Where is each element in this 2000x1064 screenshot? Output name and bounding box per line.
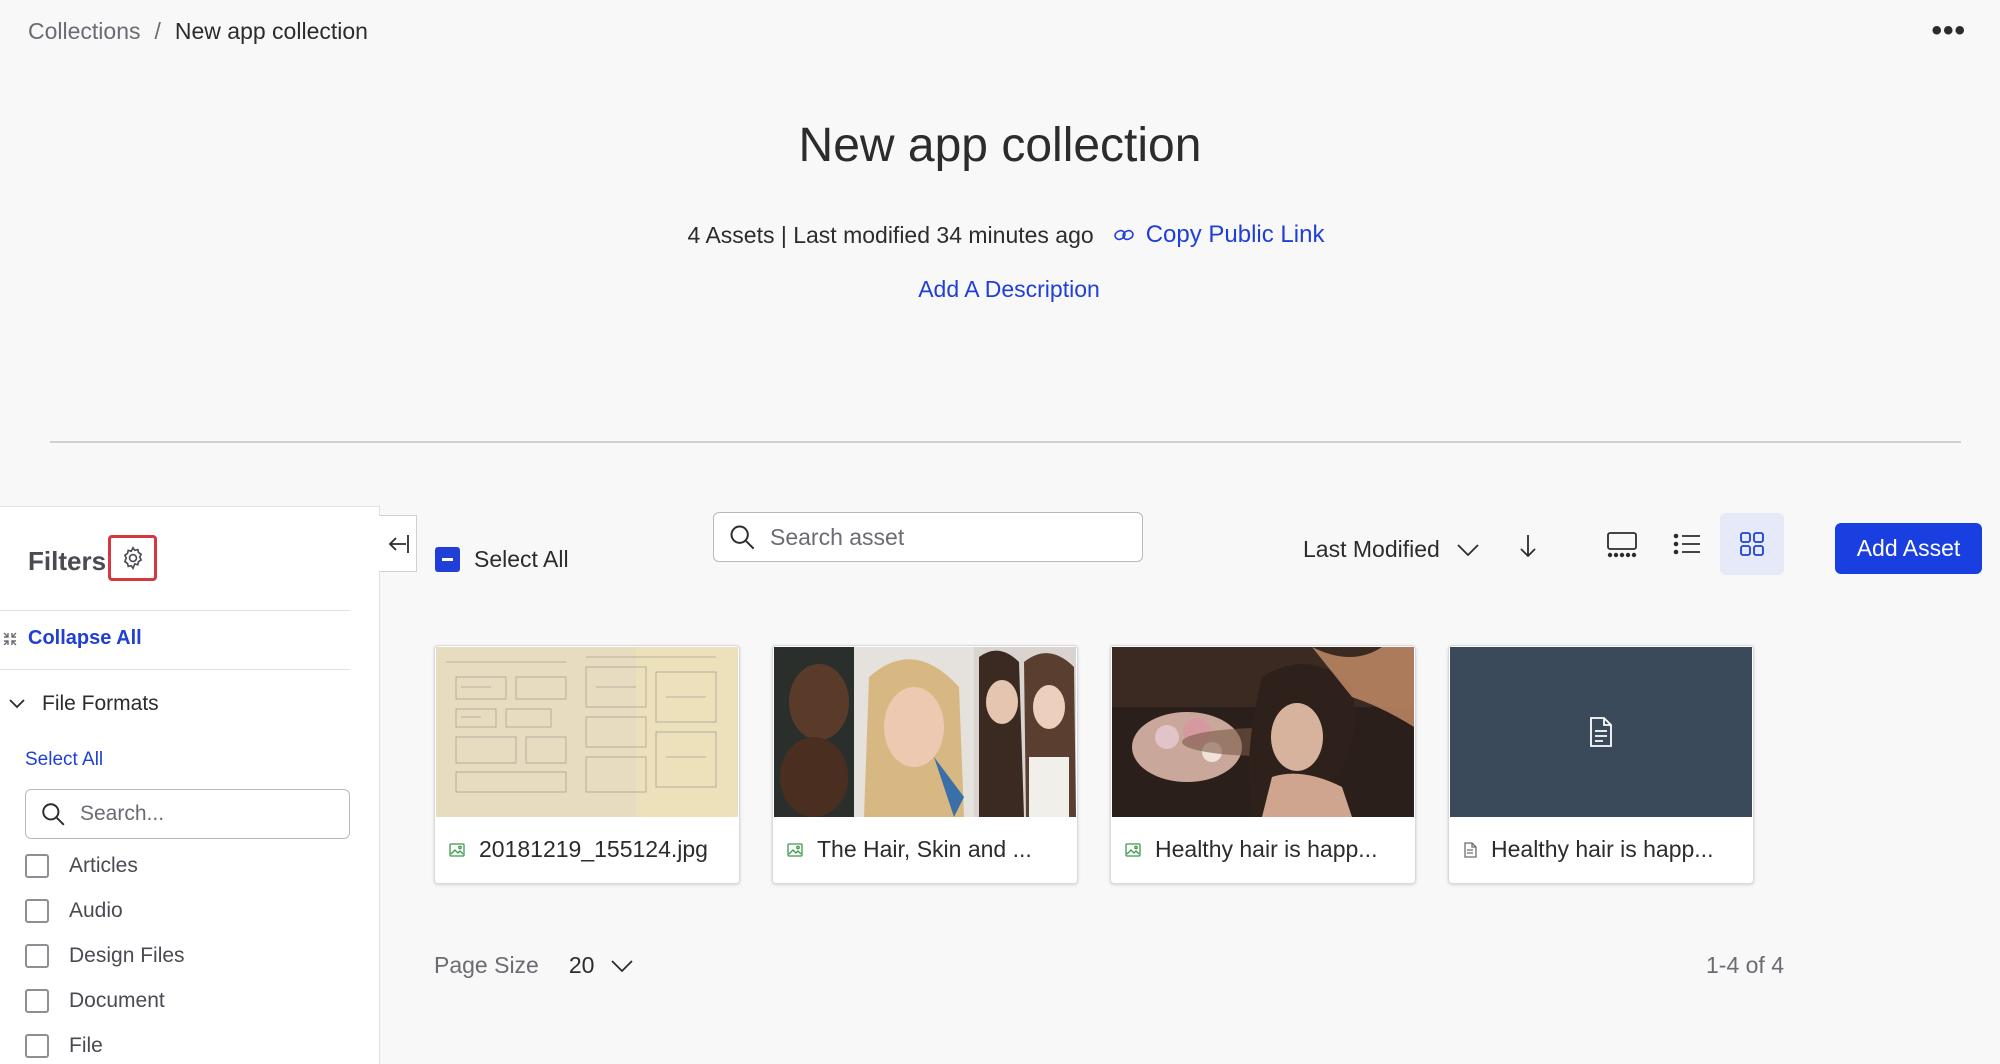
select-all-label: Select All [474, 546, 569, 572]
file-formats-search [25, 789, 350, 839]
asset-thumbnail-document [1450, 647, 1752, 817]
document-icon [1590, 717, 1612, 747]
arrow-left-bar-icon [388, 534, 409, 553]
file-formats-label: File Formats [42, 692, 159, 715]
pagination-range: 1-4 of 4 [1706, 952, 1784, 978]
header-divider [50, 441, 1961, 443]
sort-by-dropdown[interactable]: Last Modified [1303, 536, 1480, 563]
asset-thumbnail-sketch [436, 647, 738, 817]
image-icon [1125, 842, 1141, 857]
asset-card[interactable]: Healthy hair is happ... [1110, 645, 1416, 884]
page-size-dropdown[interactable]: 20 [569, 952, 635, 979]
asset-card[interactable]: The Hair, Skin and ... [772, 645, 1078, 884]
asset-search-input[interactable] [770, 523, 1130, 551]
format-option-document[interactable]: Document [25, 989, 165, 1013]
format-option-label: Audio [69, 899, 123, 922]
arrow-down-icon [1520, 535, 1536, 558]
asset-name-text: The Hair, Skin and ... [817, 836, 1032, 862]
checkbox[interactable] [25, 854, 49, 878]
chevron-down-icon [611, 959, 634, 972]
view-list-button[interactable] [1655, 513, 1719, 575]
link-icon [1113, 229, 1134, 241]
asset-name: 20181219_155124.jpg [449, 836, 708, 863]
more-options-icon[interactable]: ••• [1931, 16, 1966, 46]
add-description-link[interactable]: Add A Description [0, 276, 2000, 303]
asset-name-text: Healthy hair is happ... [1491, 836, 1714, 862]
breadcrumb-collections-link[interactable]: Collections [28, 18, 141, 45]
card-view-icon [1607, 532, 1637, 558]
search-icon [42, 803, 65, 826]
asset-name-text: Healthy hair is happ... [1155, 836, 1378, 862]
asset-card[interactable]: Healthy hair is happ... [1448, 645, 1754, 884]
filters-divider [0, 610, 350, 611]
view-card-button[interactable] [1590, 513, 1654, 575]
asset-thumbnail-salon [1112, 647, 1414, 817]
filters-panel [0, 506, 380, 1064]
format-option-file[interactable]: File [25, 1034, 103, 1058]
image-icon [449, 842, 465, 857]
view-grid-button[interactable] [1720, 513, 1784, 575]
sort-by-label: Last Modified [1303, 536, 1440, 562]
format-option-label: Design Files [69, 944, 185, 967]
copy-public-link-label: Copy Public Link [1145, 221, 1325, 248]
format-option-label: File [69, 1034, 103, 1057]
breadcrumb-separator: / [154, 18, 161, 44]
asset-name: Healthy hair is happ... [1125, 836, 1377, 863]
format-option-label: Document [69, 989, 165, 1012]
asset-card[interactable]: 20181219_155124.jpg [434, 645, 740, 884]
breadcrumb: Collections / New app collection [28, 18, 368, 45]
filters-settings-button[interactable] [108, 535, 157, 581]
page-size-control: Page Size 20 [434, 952, 634, 979]
file-formats-section-toggle[interactable]: File Formats [8, 692, 159, 716]
checkbox[interactable] [25, 989, 49, 1013]
format-option-audio[interactable]: Audio [25, 899, 123, 923]
collection-meta: 4 Assets | Last modified 34 minutes ago … [0, 221, 2000, 249]
breadcrumb-current: New app collection [174, 18, 368, 44]
filters-title: Filters [28, 546, 107, 576]
asset-name: Healthy hair is happ... [1463, 836, 1713, 863]
chevron-down-icon [9, 699, 25, 709]
chevron-down-icon [1457, 543, 1479, 556]
checkbox[interactable] [25, 944, 49, 968]
asset-name: The Hair, Skin and ... [787, 836, 1032, 863]
page-size-value: 20 [568, 952, 595, 978]
format-option-label: Articles [69, 854, 138, 877]
collapse-all-label: Collapse All [28, 627, 142, 649]
page-size-label: Page Size [434, 952, 539, 978]
search-icon [730, 525, 755, 550]
file-formats-select-all[interactable]: Select All [25, 749, 103, 771]
filters-divider [0, 669, 350, 670]
checkbox[interactable] [25, 899, 49, 923]
asset-name-text: 20181219_155124.jpg [479, 836, 708, 862]
select-all-assets[interactable]: Select All [435, 546, 569, 573]
copy-public-link[interactable]: Copy Public Link [1113, 221, 1325, 249]
asset-search [713, 512, 1143, 562]
asset-count-modified: 4 Assets | Last modified 34 minutes ago [687, 221, 1094, 248]
indeterminate-checkbox[interactable] [435, 547, 460, 572]
page-title: New app collection [798, 119, 1202, 172]
collapse-all-button[interactable]: Collapse All [2, 627, 142, 650]
sort-direction-button[interactable] [1518, 533, 1538, 564]
list-view-icon [1673, 533, 1700, 555]
checkbox[interactable] [25, 1034, 49, 1058]
format-option-articles[interactable]: Articles [25, 854, 138, 878]
add-asset-button[interactable]: Add Asset [1835, 523, 1982, 574]
gear-icon [123, 546, 142, 571]
format-option-design-files[interactable]: Design Files [25, 944, 185, 968]
asset-thumbnail-models [774, 647, 1076, 817]
grid-view-icon [1740, 532, 1764, 556]
collapse-icon [3, 632, 17, 645]
collapse-filters-button[interactable] [379, 515, 417, 572]
image-icon [787, 842, 803, 857]
file-formats-search-input[interactable] [80, 802, 320, 826]
document-icon [1464, 841, 1477, 858]
